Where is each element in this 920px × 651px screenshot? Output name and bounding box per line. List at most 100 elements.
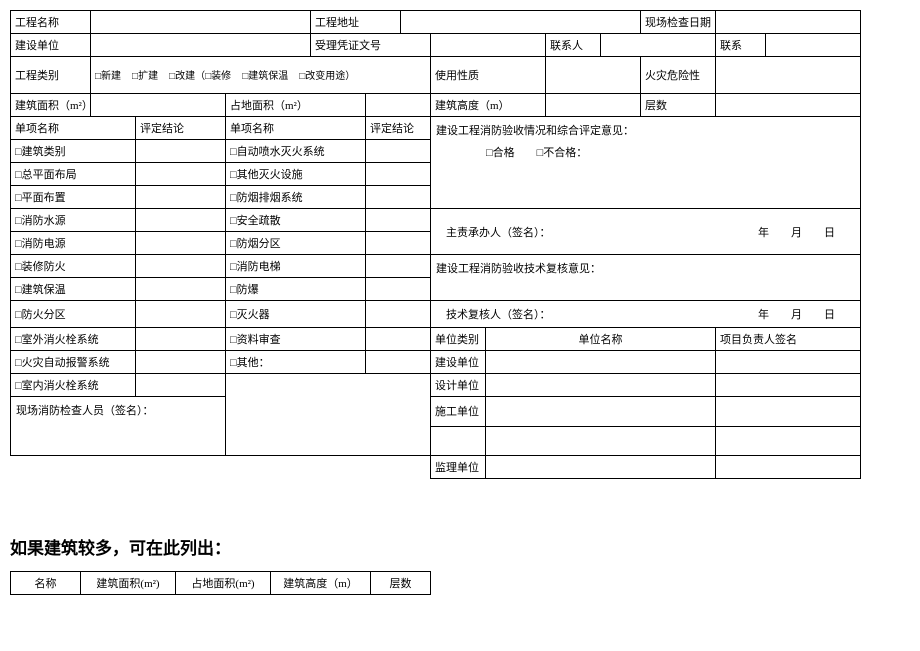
- field-use-nature[interactable]: [546, 57, 641, 94]
- field-u-build-sign[interactable]: [716, 351, 861, 374]
- verdict-a-6[interactable]: [136, 278, 226, 301]
- item-a-1[interactable]: □总平面布局: [11, 163, 136, 186]
- fh-name: 名称: [11, 572, 81, 595]
- fh-larea: 占地面积(m²): [176, 572, 271, 595]
- label-insp-date: 现场检查日期: [641, 11, 716, 34]
- fh-height: 建筑高度（m）: [271, 572, 371, 595]
- verdict-b-2[interactable]: [366, 186, 431, 209]
- verdict-a-3[interactable]: [136, 209, 226, 232]
- item-a-8[interactable]: □室外消火栓系统: [11, 328, 136, 351]
- label-barea: 建筑面积（m²）: [11, 94, 91, 117]
- field-u-sup-sign[interactable]: [716, 456, 861, 479]
- reviewer-box[interactable]: 技术复核人（签名）：年 月 日: [431, 301, 861, 328]
- opinion-box[interactable]: 建设工程消防验收情况和综合评定意见： □合格 □不合格：: [431, 117, 861, 209]
- item-a-2[interactable]: □平面布置: [11, 186, 136, 209]
- verdict-b-5[interactable]: [366, 255, 431, 278]
- verdict-a-7[interactable]: [136, 301, 226, 328]
- field-u-design-name[interactable]: [486, 374, 716, 397]
- field-insp-date[interactable]: [716, 11, 861, 34]
- header-verdict-a: 评定结论: [136, 117, 226, 140]
- item-b-7[interactable]: □灭火器: [226, 301, 366, 328]
- verdict-b-3[interactable]: [366, 209, 431, 232]
- field-builder[interactable]: [91, 34, 311, 57]
- verdict-b-4[interactable]: [366, 232, 431, 255]
- label-u-sup: 监理单位: [431, 456, 486, 479]
- field-fire-risk[interactable]: [716, 57, 861, 94]
- verdict-a-10[interactable]: [136, 374, 226, 397]
- item-b-8[interactable]: □资料审查: [226, 328, 366, 351]
- item-b-2[interactable]: □防烟排烟系统: [226, 186, 366, 209]
- spacer-2: [486, 426, 716, 456]
- label-larea: 占地面积（m²）: [226, 94, 366, 117]
- field-u-sup-name[interactable]: [486, 456, 716, 479]
- label-use-nature: 使用性质: [431, 57, 546, 94]
- header-uname: 单位名称: [486, 328, 716, 351]
- inspector-box[interactable]: 现场消防检查人员（签名）：: [11, 397, 226, 456]
- handler-box[interactable]: 主责承办人（签名）：年 月 日: [431, 209, 861, 255]
- item-a-3[interactable]: □消防水源: [11, 209, 136, 232]
- spacer-3: [716, 426, 861, 456]
- field-u-build-name[interactable]: [486, 351, 716, 374]
- fh-floors: 层数: [371, 572, 431, 595]
- item-b-6[interactable]: □防爆: [226, 278, 366, 301]
- sub-table: 名称 建筑面积(m²) 占地面积(m²) 建筑高度（m） 层数: [10, 571, 431, 595]
- item-a-4[interactable]: □消防电源: [11, 232, 136, 255]
- field-u-cons-name[interactable]: [486, 397, 716, 427]
- item-a-0[interactable]: □建筑类别: [11, 140, 136, 163]
- item-a-7[interactable]: □防火分区: [11, 301, 136, 328]
- item-a-5[interactable]: □装修防火: [11, 255, 136, 278]
- field-contact[interactable]: [601, 34, 716, 57]
- header-pm-sign: 项目负责人签名: [716, 328, 861, 351]
- field-u-cons-sign[interactable]: [716, 397, 861, 427]
- verdict-a-1[interactable]: [136, 163, 226, 186]
- field-phone[interactable]: [766, 34, 861, 57]
- verdict-b-9[interactable]: [366, 351, 431, 374]
- item-b-4[interactable]: □防烟分区: [226, 232, 366, 255]
- label-contact: 联系人: [546, 34, 601, 57]
- review-box[interactable]: 建设工程消防验收技术复核意见：: [431, 255, 861, 301]
- verdict-b-8[interactable]: [366, 328, 431, 351]
- field-u-design-sign[interactable]: [716, 374, 861, 397]
- field-project-name[interactable]: [91, 11, 311, 34]
- verdict-a-4[interactable]: [136, 232, 226, 255]
- item-b-0[interactable]: □自动喷水灭火系统: [226, 140, 366, 163]
- label-doc-no: 受理凭证文号: [311, 34, 431, 57]
- label-fire-risk: 火灾危险性: [641, 57, 716, 94]
- field-doc-no[interactable]: [431, 34, 546, 57]
- footer-heading: 如果建筑较多，可在此列出：: [10, 534, 910, 559]
- label-addr: 工程地址: [311, 11, 401, 34]
- verdict-b-7[interactable]: [366, 301, 431, 328]
- field-category[interactable]: □新建 □扩建 □改建（□装修 □建筑保温 □改变用途）: [91, 57, 431, 94]
- item-a-6[interactable]: □建筑保温: [11, 278, 136, 301]
- verdict-b-6[interactable]: [366, 278, 431, 301]
- item-a-9[interactable]: □火灾自动报警系统: [11, 351, 136, 374]
- label-u-cons: 施工单位: [431, 397, 486, 427]
- field-floors[interactable]: [716, 94, 861, 117]
- label-floors: 层数: [641, 94, 716, 117]
- item-a-10[interactable]: □室内消火栓系统: [11, 374, 136, 397]
- field-larea[interactable]: [366, 94, 431, 117]
- verdict-b-0[interactable]: [366, 140, 431, 163]
- verdict-a-5[interactable]: [136, 255, 226, 278]
- main-form-table: 工程名称 工程地址 现场检查日期 建设单位 受理凭证文号 联系人 联系 工程类别…: [10, 10, 861, 479]
- label-u-design: 设计单位: [431, 374, 486, 397]
- verdict-a-2[interactable]: [136, 186, 226, 209]
- verdict-a-9[interactable]: [136, 351, 226, 374]
- verdict-a-8[interactable]: [136, 328, 226, 351]
- item-b-9[interactable]: □其他：: [226, 351, 366, 374]
- label-u-build: 建设单位: [431, 351, 486, 374]
- label-project-name: 工程名称: [11, 11, 91, 34]
- verdict-a-0[interactable]: [136, 140, 226, 163]
- item-b-1[interactable]: □其他灭火设施: [226, 163, 366, 186]
- header-item-name-a: 单项名称: [11, 117, 136, 140]
- field-barea[interactable]: [91, 94, 226, 117]
- label-bheight: 建筑高度（m）: [431, 94, 546, 117]
- header-utype: 单位类别: [431, 328, 486, 351]
- field-addr[interactable]: [401, 11, 641, 34]
- item-b-3[interactable]: □安全疏散: [226, 209, 366, 232]
- item-b-5[interactable]: □消防电梯: [226, 255, 366, 278]
- field-bheight[interactable]: [546, 94, 641, 117]
- blank-area: [226, 374, 431, 456]
- fh-barea: 建筑面积(m²): [81, 572, 176, 595]
- verdict-b-1[interactable]: [366, 163, 431, 186]
